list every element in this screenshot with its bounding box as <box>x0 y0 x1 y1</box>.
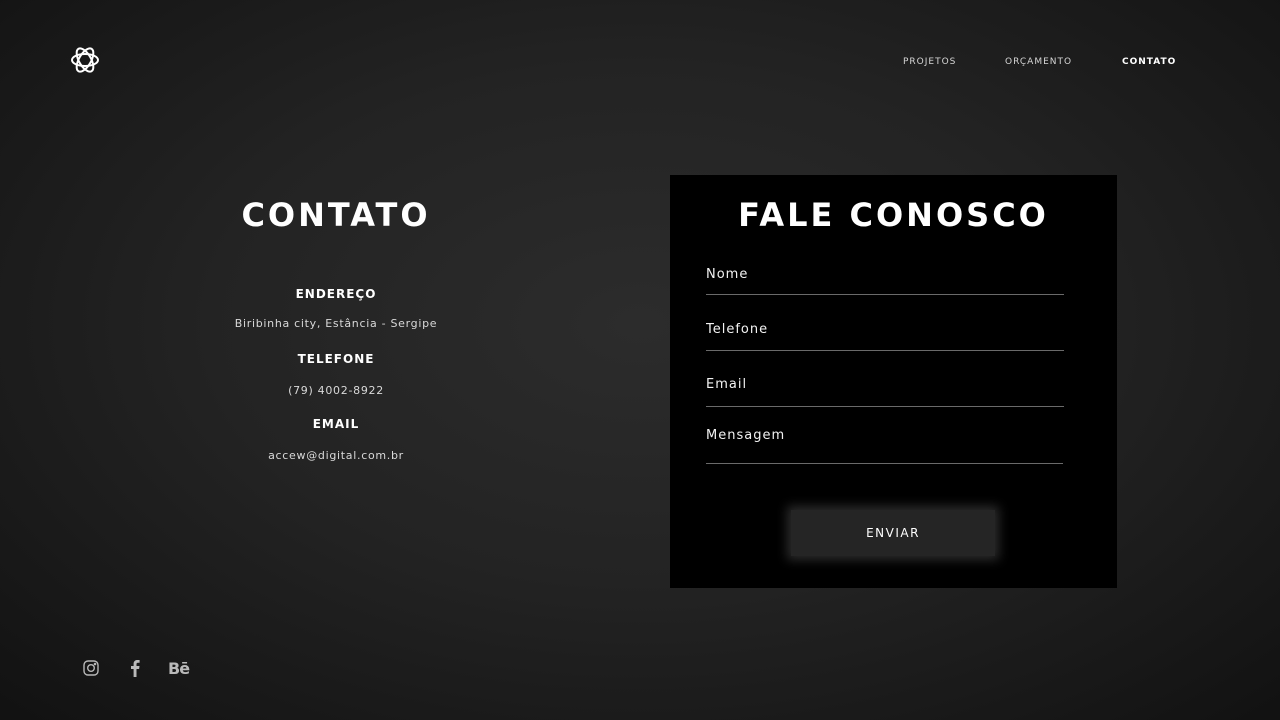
nav-contato[interactable]: CONTATO <box>1122 57 1176 67</box>
instagram-link[interactable] <box>83 658 99 678</box>
phone-label: TELEFONE <box>297 352 375 366</box>
submit-button[interactable]: ENVIAR <box>791 510 995 556</box>
nav-projetos[interactable]: PROJETOS <box>903 57 956 67</box>
name-field-wrapper <box>706 263 1064 295</box>
page-title: CONTATO <box>241 196 431 234</box>
form-title: FALE CONOSCO <box>738 196 1049 234</box>
behance-link[interactable]: Bē <box>168 658 190 678</box>
behance-icon: Bē <box>168 658 190 678</box>
message-field-wrapper <box>706 428 1063 464</box>
nav-orcamento[interactable]: ORÇAMENTO <box>1005 57 1072 67</box>
email-value: accew@digital.com.br <box>268 449 404 462</box>
address-value: Biribinha city, Estância - Sergipe <box>234 317 438 330</box>
contact-form: FALE CONOSCO ENVIAR <box>670 175 1117 588</box>
phone-input[interactable] <box>706 322 1064 337</box>
facebook-icon <box>131 660 140 677</box>
address-label: ENDEREÇO <box>295 287 377 301</box>
phone-field-wrapper <box>706 318 1064 351</box>
email-input[interactable] <box>706 377 1064 392</box>
main-nav: PROJETOS ORÇAMENTO CONTATO <box>0 57 1280 71</box>
phone-value: (79) 4002-8922 <box>288 384 384 397</box>
name-input[interactable] <box>706 267 1064 282</box>
contact-info-section: CONTATO ENDEREÇO Biribinha city, Estânci… <box>186 190 486 462</box>
message-input[interactable] <box>706 428 1063 443</box>
instagram-icon <box>83 660 99 676</box>
facebook-link[interactable] <box>130 658 140 678</box>
email-label: EMAIL <box>312 417 360 431</box>
email-field-wrapper <box>706 373 1064 407</box>
